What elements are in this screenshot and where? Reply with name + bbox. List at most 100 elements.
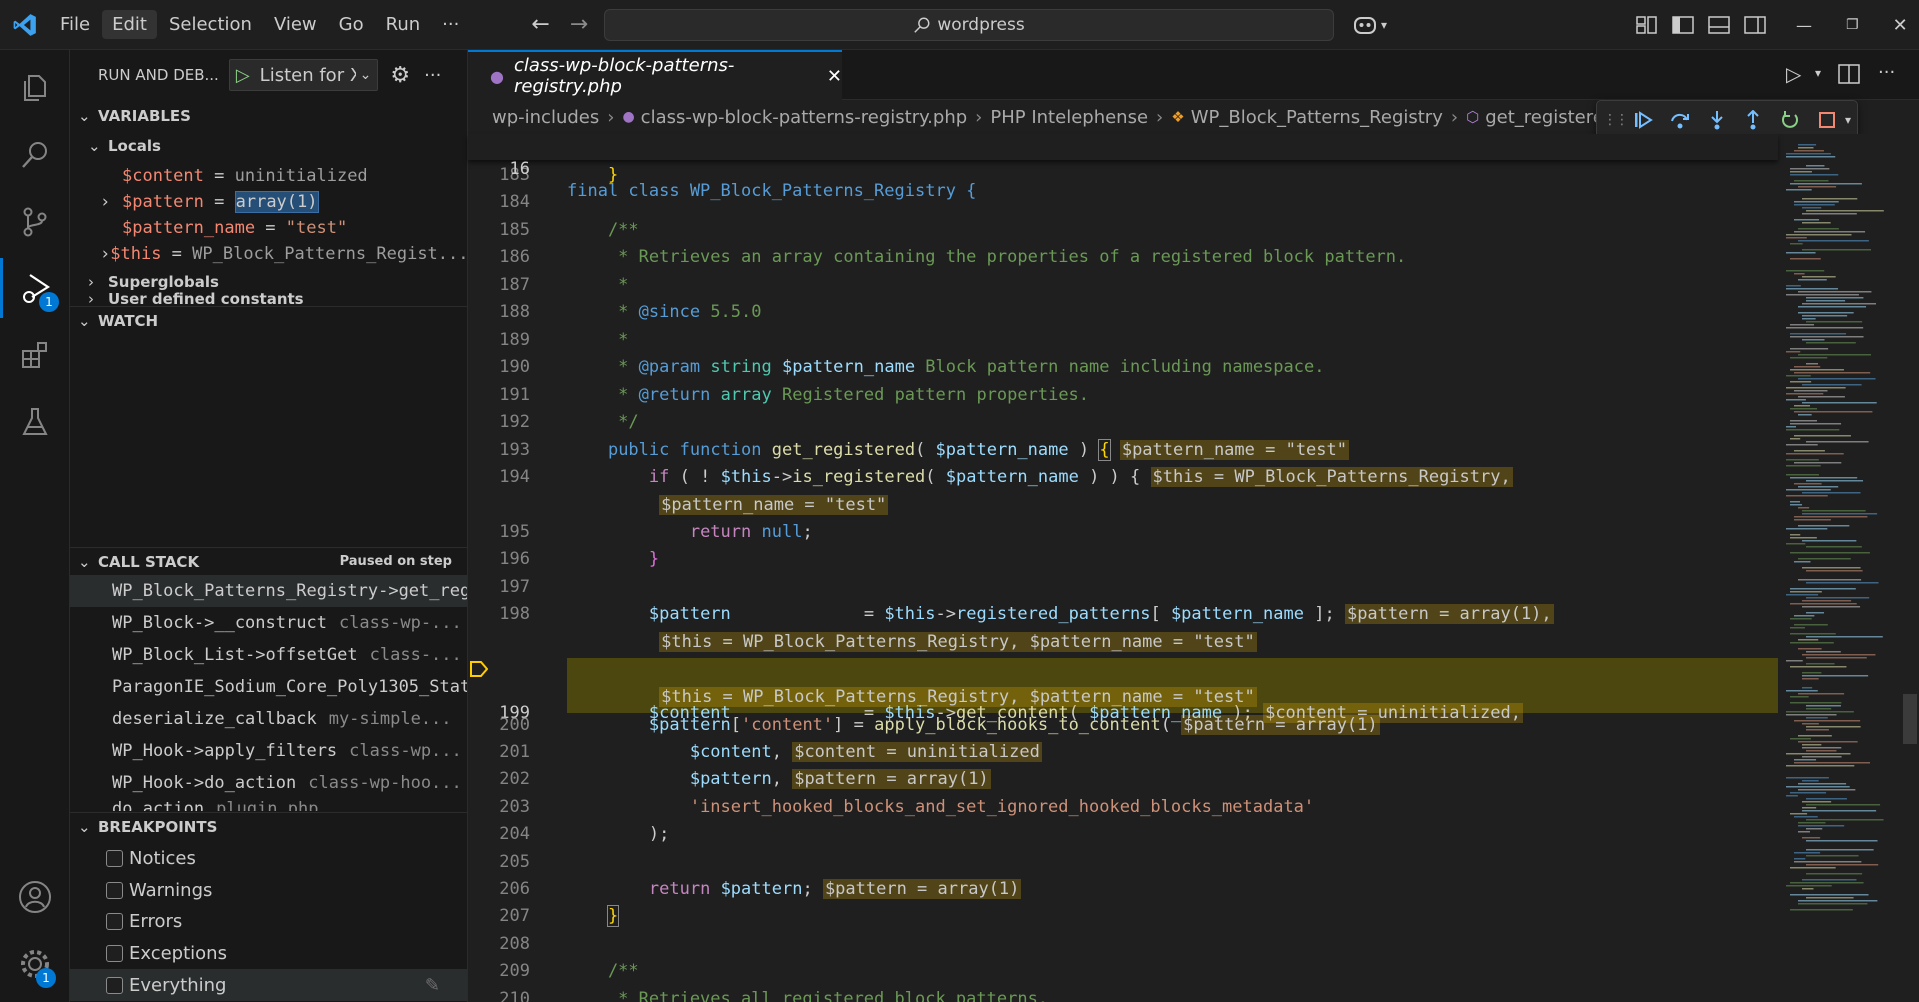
breakpoint-warnings[interactable]: Warnings [70,874,467,906]
user-defined-constants-scope[interactable]: › User defined constants [70,290,467,304]
menu-run[interactable]: Run [376,10,431,39]
close-window-icon[interactable]: ✕ [1893,15,1908,36]
code-editor[interactable]: 183 } 184 185 /** 186 * Retrieves an arr… [468,134,1778,1002]
run-and-debug-sidebar: RUN AND DEB... ▷ Listen for X ⌄ ⚙ ··· ⌄ … [70,50,468,1002]
settings-gear-icon[interactable]: 1 [0,934,70,994]
breakpoints-section-header[interactable]: ⌄ BREAKPOINTS [70,812,467,840]
back-arrow-icon[interactable]: ← [531,12,549,37]
breakpoint-errors[interactable]: Errors [70,905,467,937]
continue-icon[interactable] [1625,103,1662,137]
run-and-debug-icon[interactable]: 1 [0,258,70,318]
breadcrumb-class[interactable]: WP_Block_Patterns_Registry [1191,107,1443,128]
checkbox[interactable] [106,944,123,962]
edit-pencil-icon[interactable]: ✎ [425,975,440,996]
call-stack-frame[interactable]: WP_Hook->apply_filters class-wp... [70,735,467,767]
source-control-icon[interactable] [0,192,70,252]
breadcrumb-folder[interactable]: wp-includes [492,107,599,128]
minimize-icon[interactable]: — [1796,16,1812,35]
start-debugging-icon[interactable]: ▷ [236,65,250,86]
breakpoint-notices[interactable]: Notices [70,842,467,874]
copilot-menu[interactable]: ▾ [1352,0,1387,50]
debug-badge: 1 [39,292,59,312]
call-stack-frame[interactable]: do_action plugin.php [70,799,467,811]
chevron-down-icon[interactable]: ▾ [1845,113,1851,127]
minimap-scroll-slider[interactable] [1903,694,1917,744]
menu-selection[interactable]: Selection [159,10,262,39]
copilot-icon [1354,17,1376,34]
close-tab-icon[interactable]: ✕ [827,66,842,87]
tab-class-wp-block-patterns-registry[interactable]: ● class-wp-block-patterns-registry.php ✕ [468,50,842,100]
step-over-icon[interactable] [1662,103,1699,137]
menu-file[interactable]: File [50,10,100,39]
chevron-down-icon[interactable]: ▾ [1815,66,1821,80]
restart-icon[interactable] [1772,103,1809,137]
step-into-icon[interactable] [1698,103,1735,137]
customize-layout-icon[interactable] [1636,15,1658,35]
vscode-logo-icon [0,0,50,50]
variables-section-header[interactable]: ⌄ VARIABLES [70,102,467,130]
call-stack-frame[interactable]: ParagonIE_Sodium_Core_Poly1305_State [70,671,467,703]
accounts-icon[interactable] [0,867,70,927]
chevron-right-icon: › [1450,106,1459,128]
drag-handle-icon[interactable]: ⋮⋮ [1603,112,1629,128]
checkbox[interactable] [106,976,123,994]
breakpoint-everything[interactable]: Everything ✎ [70,969,467,1001]
settings-badge: 1 [36,968,56,988]
call-stack-frame[interactable]: WP_Block->__construct class-wp-... [70,607,467,639]
chevron-down-icon: ⌄ [78,107,91,125]
menu-go[interactable]: Go [329,10,374,39]
debug-settings-gear-icon[interactable]: ⚙ [390,63,410,88]
call-stack-frame[interactable]: WP_Block_List->offsetGet class-... [70,639,467,671]
restore-icon[interactable]: ❐ [1846,17,1859,33]
call-stack-section-header[interactable]: ⌄ CALL STACK Paused on step [70,547,467,575]
stop-icon[interactable] [1808,103,1845,137]
chevron-right-icon: › [975,106,983,128]
toggle-secondary-sidebar-icon[interactable] [1744,15,1766,35]
call-stack-frame[interactable]: deserialize_callback my-simple... [70,703,467,735]
chevron-down-icon: ⌄ [78,817,91,836]
explorer-icon[interactable] [0,58,70,118]
php-file-icon: ● [622,109,635,125]
toggle-primary-sidebar-icon[interactable] [1672,15,1694,35]
menu-view[interactable]: View [264,10,327,39]
breakpoint-exceptions[interactable]: Exceptions [70,937,467,969]
split-editor-icon[interactable] [1838,64,1860,84]
chevron-right-icon: › [100,244,111,264]
menu-more[interactable]: ··· [432,10,469,39]
minimap[interactable] [1778,134,1919,1002]
command-center-search[interactable]: wordpress [604,9,1334,41]
watch-section-header[interactable]: ⌄ WATCH [70,306,467,334]
checkbox[interactable] [106,881,123,899]
sidebar-header: RUN AND DEB... ▷ Listen for X ⌄ ⚙ ··· [70,50,467,100]
tab-label: class-wp-block-patterns-registry.php [513,55,735,97]
editor-area: ● class-wp-block-patterns-registry.php ✕… [468,50,1919,1002]
title-bar: File Edit Selection View Go Run ··· ← → … [0,0,1919,50]
call-stack-frame[interactable]: WP_Block_Patterns_Registry->get_register… [70,575,467,607]
testing-icon[interactable] [0,392,70,452]
search-icon [914,17,930,33]
menu-edit[interactable]: Edit [102,10,157,39]
chevron-right-icon: › [88,273,94,291]
locals-scope[interactable]: ⌄ Locals [70,131,467,161]
line-number: 16 [509,159,530,179]
breadcrumb-language[interactable]: PHP Intelephense [990,107,1148,128]
run-file-icon[interactable]: ▷ [1786,62,1801,86]
search-icon[interactable] [0,125,70,185]
chevron-down-icon: ▾ [1381,18,1388,32]
sticky-class-declaration[interactable]: final class WP_Block_Patterns_Registry { [567,180,976,202]
toggle-panel-icon[interactable] [1708,15,1730,35]
launch-config-select[interactable]: ▷ Listen for X ⌄ [228,59,379,91]
step-out-icon[interactable] [1735,103,1772,137]
chevron-down-icon: ⌄ [78,552,91,571]
more-actions-icon[interactable]: ··· [424,65,441,86]
checkbox[interactable] [106,849,123,867]
checkbox[interactable] [106,912,123,930]
more-actions-icon[interactable]: ··· [1878,62,1895,83]
forward-arrow-icon[interactable]: → [570,12,588,37]
call-stack-frame[interactable]: WP_Hook->do_action class-wp-hoo... [70,767,467,799]
extensions-icon[interactable] [0,325,70,385]
breadcrumb-file[interactable]: class-wp-block-patterns-registry.php [641,107,968,128]
variable-row[interactable]: › $this = WP_Block_Patterns_Regist... [70,239,467,269]
chevron-right-icon: › [88,290,94,304]
chevron-down-icon: ⌄ [359,67,372,83]
